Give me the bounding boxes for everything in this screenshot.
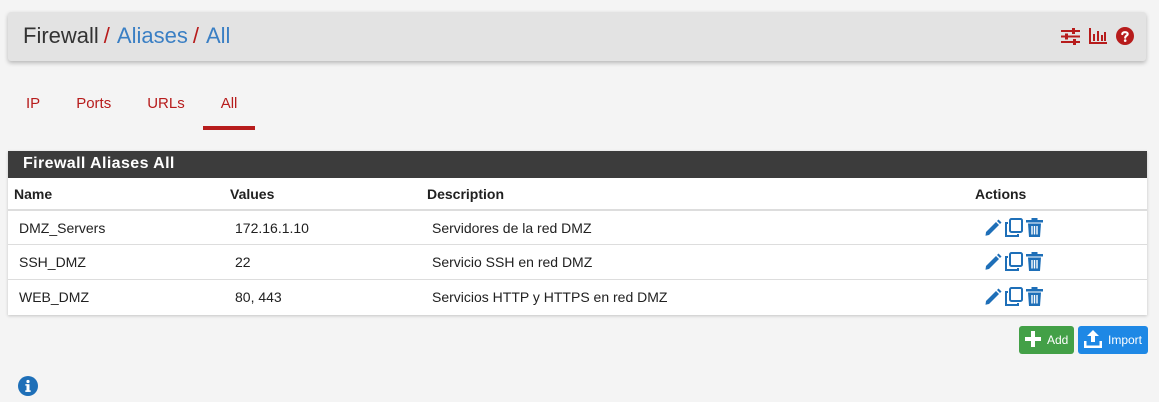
breadcrumb: Firewall / Aliases / All [23,23,230,49]
panel-title: Firewall Aliases All [8,151,1147,178]
copy-icon[interactable] [1004,218,1024,237]
alias-tabs: IP Ports URLs All [8,86,256,130]
add-button-label: Add [1047,333,1069,347]
alias-actions [969,244,1147,279]
upload-icon [1084,329,1102,351]
alias-values: 22 [224,244,421,279]
aliases-table: Name Values Description Actions DMZ_Serv… [8,178,1147,314]
tab-urls[interactable]: URLs [129,86,203,130]
alias-values: 172.16.1.10 [224,209,421,245]
edit-pencil-icon[interactable] [984,288,1002,306]
import-button-label: Import [1108,333,1143,347]
trash-icon[interactable] [1026,218,1043,237]
tab-ip[interactable]: IP [8,86,58,130]
alias-values: 80, 443 [224,278,421,314]
alias-name: SSH_DMZ [8,244,224,279]
header-icons [1061,27,1134,45]
table-row[interactable]: WEB_DMZ 80, 443 Servicios HTTP y HTTPS e… [8,278,1147,314]
trash-icon[interactable] [1026,252,1043,272]
trash-icon[interactable] [1026,287,1043,306]
aliases-panel: Firewall Aliases All Name Values Descrip… [8,151,1147,315]
chart-icon[interactable] [1089,28,1107,44]
breadcrumb-all-link[interactable]: All [206,23,230,48]
alias-name: WEB_DMZ [8,278,224,314]
alias-actions [969,278,1147,314]
edit-pencil-icon[interactable] [984,253,1002,271]
table-row[interactable]: DMZ_Servers 172.16.1.10 Servidores de la… [8,209,1147,245]
table-row[interactable]: SSH_DMZ 22 Servicio SSH en red DMZ [8,244,1147,279]
alias-actions [969,209,1147,245]
plus-icon [1025,330,1041,350]
help-icon[interactable] [1116,27,1134,45]
sliders-icon[interactable] [1061,27,1080,45]
breadcrumb-separator: / [192,23,199,48]
tab-ports[interactable]: Ports [58,86,129,130]
tab-all[interactable]: All [202,86,256,130]
breadcrumb-aliases-link[interactable]: Aliases [117,23,188,48]
alias-description: Servidores de la red DMZ [421,209,969,245]
column-header-name[interactable]: Name [8,178,224,211]
alias-name: DMZ_Servers [8,209,224,245]
copy-icon[interactable] [1004,252,1024,272]
import-button[interactable]: Import [1078,326,1148,354]
page-header: Firewall / Aliases / All [8,12,1146,61]
add-button[interactable]: Add [1019,326,1074,354]
edit-pencil-icon[interactable] [984,219,1002,237]
table-header-row: Name Values Description Actions [8,178,1147,211]
breadcrumb-separator: / [103,23,110,48]
alias-description: Servicio SSH en red DMZ [421,244,969,279]
info-icon[interactable] [18,376,38,396]
alias-description: Servicios HTTP y HTTPS en red DMZ [421,278,969,314]
column-header-values[interactable]: Values [224,178,421,211]
copy-icon[interactable] [1004,287,1024,306]
breadcrumb-firewall: Firewall [23,23,99,48]
panel-buttons: Add Import [1019,326,1148,354]
column-header-description[interactable]: Description [421,178,969,211]
column-header-actions: Actions [969,178,1147,211]
